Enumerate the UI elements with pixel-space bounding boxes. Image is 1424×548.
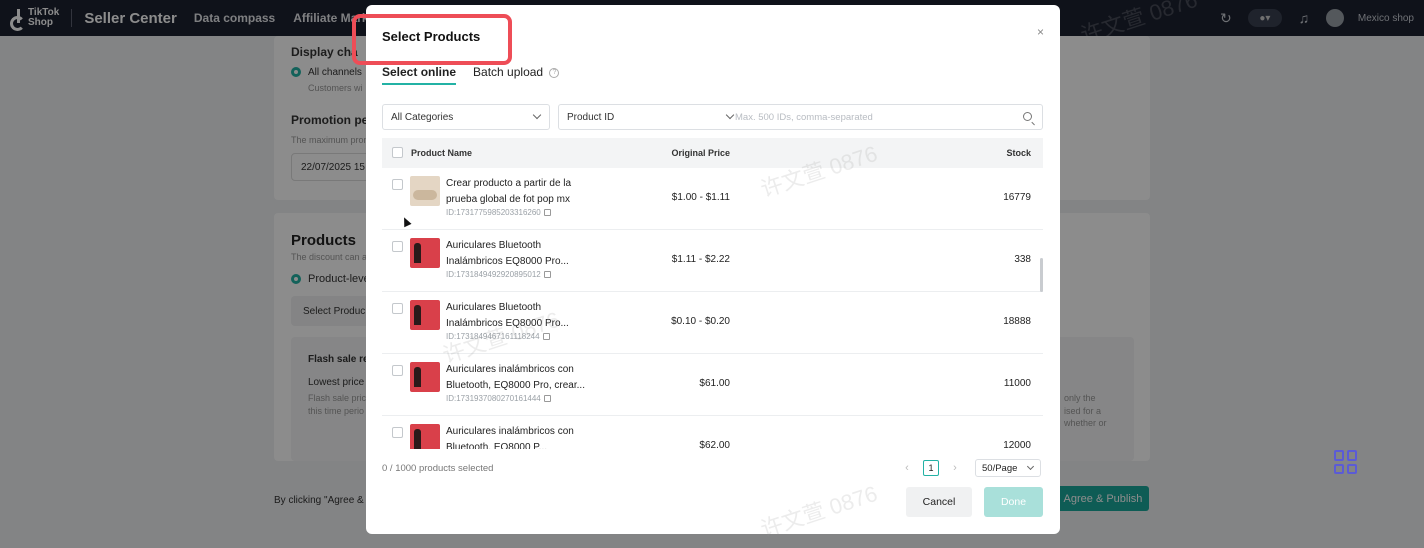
product-thumbnail [410,300,440,330]
copy-icon[interactable] [543,209,551,217]
pagination: ‹ 1 › 50/Page [899,459,1041,477]
product-id-text: ID:1731849492920895012 [446,270,541,279]
row-checkbox[interactable] [392,365,403,376]
product-id-text: ID:1731849467161118244 [446,332,540,341]
product-name: Crear producto a partir de la prueba glo… [446,178,572,205]
product-price: $1.00 - $1.11 [671,192,730,203]
product-name: Auriculares Bluetooth Inalámbricos EQ800… [446,302,569,329]
col-stock: Stock [1006,148,1031,158]
product-thumbnail [410,176,440,206]
product-price: $62.00 [699,440,730,449]
product-id-text: ID:1731937080270161444 [446,394,541,403]
select-all-checkbox[interactable] [392,147,403,158]
product-price: $0.10 - $0.20 [671,316,730,327]
product-id: ID:1731849492920895012 [446,270,551,279]
table-row[interactable]: Auriculares inalámbricos con Bluetooth, … [382,416,1043,449]
per-page-value: 50/Page [982,463,1018,474]
chevron-down-icon [532,110,542,120]
close-icon[interactable]: × [1037,25,1044,39]
search-input[interactable] [729,107,1009,127]
chevron-down-icon [1026,462,1035,471]
page-number[interactable]: 1 [923,460,939,476]
product-stock: 11000 [1003,378,1031,389]
col-product-name: Product Name [411,148,473,158]
done-button[interactable]: Done [984,487,1043,517]
product-thumbnail [410,238,440,268]
product-stock: 12000 [1003,440,1031,449]
table-row[interactable]: Auriculares inalámbricos con Bluetooth, … [382,354,1043,416]
category-select-value: All Categories [391,112,454,123]
table-row[interactable]: Auriculares Bluetooth Inalámbricos EQ800… [382,230,1043,292]
row-checkbox[interactable] [392,241,403,252]
product-name: Auriculares Bluetooth Inalámbricos EQ800… [446,240,569,267]
row-checkbox[interactable] [392,303,403,314]
copy-icon[interactable] [543,395,551,403]
copy-icon[interactable] [543,271,551,279]
product-thumbnail [410,362,440,392]
products-table: Product Name Original Price Stock Crear … [382,138,1043,449]
product-stock: 18888 [1003,316,1031,327]
row-checkbox[interactable] [392,427,403,438]
product-id: ID:1731775985203316260 [446,208,551,217]
product-id: ID:1731849467161118244 [446,332,550,341]
table-row[interactable]: Crear producto a partir de la prueba glo… [382,168,1043,230]
modal-title: Select Products [382,29,481,44]
table-header: Product Name Original Price Stock [382,138,1043,168]
search-wrap: Product ID [558,104,1043,130]
tab-select-online[interactable]: Select online [382,65,457,85]
selected-count: 0 / 1000 products selected [382,463,494,474]
category-select[interactable]: All Categories [382,104,550,130]
product-price: $1.11 - $2.22 [671,254,730,265]
id-type-value: Product ID [567,112,615,123]
row-checkbox[interactable] [392,179,403,190]
tab-batch-upload[interactable]: Batch upload [473,65,543,83]
product-name: Auriculares inalámbricos con Bluetooth, … [446,364,585,391]
product-id: ID:1731937080270161444 [446,394,551,403]
per-page-select[interactable]: 50/Page [975,459,1041,477]
product-price: $61.00 [699,378,730,389]
copy-icon[interactable] [542,333,550,341]
next-page-icon[interactable]: › [947,460,963,476]
table-row[interactable]: Auriculares Bluetooth Inalámbricos EQ800… [382,292,1043,354]
prev-page-icon[interactable]: ‹ [899,460,915,476]
product-name: Auriculares inalámbricos con Bluetooth, … [446,426,574,449]
id-type-select[interactable]: Product ID [559,105,735,129]
apps-grid-icon[interactable] [1334,450,1358,474]
select-products-modal: Select Products × Select online Batch up… [352,5,1060,534]
cancel-button[interactable]: Cancel [906,487,972,517]
modal-tabs: Select online Batch upload ? [382,65,560,85]
product-stock: 338 [1014,254,1031,265]
tab-batch-upload-wrap[interactable]: Batch upload ? [473,65,560,85]
product-thumbnail [410,424,440,449]
product-stock: 16779 [1003,192,1031,203]
table-scrollbar[interactable] [1040,258,1043,292]
help-icon[interactable]: ? [549,67,560,78]
product-id-text: ID:1731775985203316260 [446,208,541,217]
col-original-price: Original Price [671,148,730,158]
search-icon[interactable] [1023,112,1032,121]
